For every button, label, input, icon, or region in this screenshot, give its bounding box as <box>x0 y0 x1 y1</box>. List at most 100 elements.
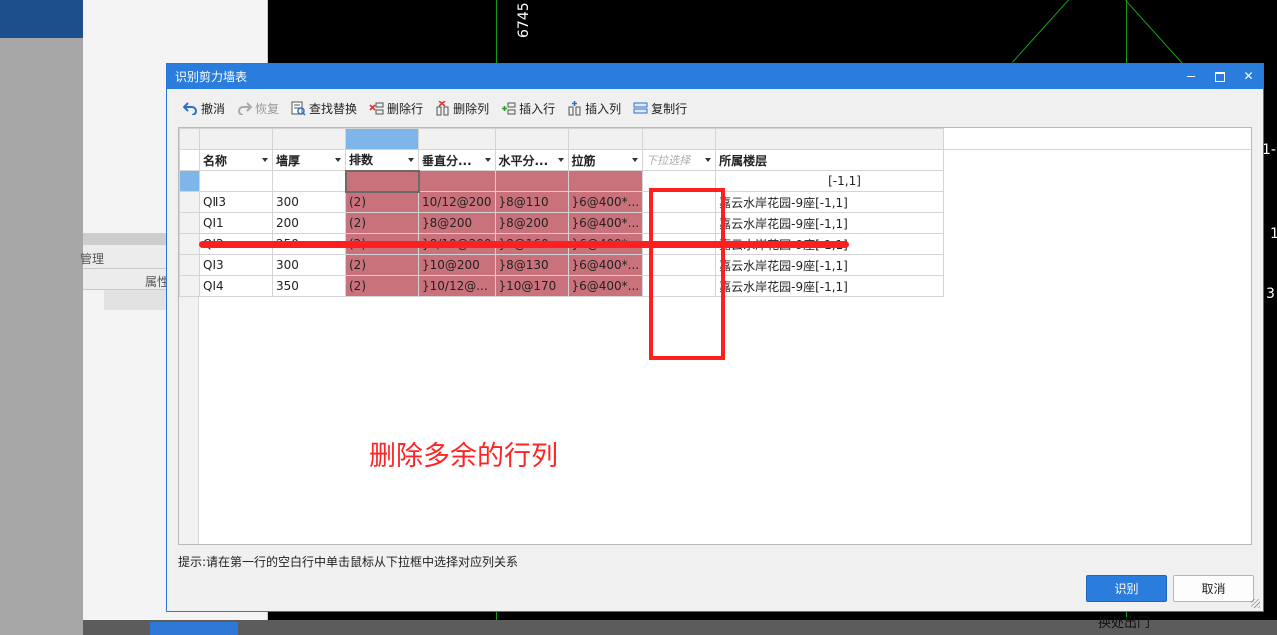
cell-tie[interactable]: }6@400*... <box>567 212 644 234</box>
cell-horizontal[interactable]: }8@110 <box>494 191 569 213</box>
table-cell[interactable] <box>199 170 273 192</box>
cell-vertical[interactable]: }8@200 <box>418 212 496 234</box>
column-selector[interactable] <box>494 128 569 150</box>
maximize-button[interactable] <box>1205 64 1234 89</box>
column-selector[interactable] <box>272 128 346 150</box>
table-row[interactable]: [-1,1] <box>179 169 945 193</box>
wall-table-grid[interactable]: 名称 墙厚 排数 垂直分... 水平分... 拉筋 下拉选择 所属楼层 [-1,… <box>178 127 1252 545</box>
undo-button[interactable]: 撤消 <box>183 100 225 117</box>
app-left-strip <box>0 0 83 635</box>
row-header[interactable] <box>179 212 200 234</box>
cell-floor[interactable]: 嘉云水岸花园-9座[-1,1] <box>715 191 945 213</box>
column-selector[interactable] <box>715 128 945 150</box>
cell-rows[interactable]: (2) <box>345 191 419 213</box>
column-header-floor[interactable]: 所属楼层 <box>715 149 945 171</box>
cell-name[interactable]: QⅠ3 <box>199 254 273 276</box>
row-header[interactable] <box>179 254 200 276</box>
cad-mark: 3 <box>1266 286 1275 302</box>
cancel-button[interactable]: 取消 <box>1173 575 1254 602</box>
cell-floor[interactable]: 嘉云水岸花园-9座[-1,1] <box>715 275 945 297</box>
column-selector-selected[interactable] <box>345 128 419 150</box>
column-header-tie[interactable]: 拉筋 <box>567 149 644 171</box>
delete-column-button[interactable]: 删除列 <box>435 100 489 117</box>
column-header-rows[interactable]: 排数 <box>345 149 419 171</box>
table-cell[interactable] <box>494 170 569 192</box>
table-row[interactable]: QⅡ3 300 (2) 10/12@200 }8@110 }6@400*... … <box>179 191 945 213</box>
cell-vertical[interactable]: }10/12@... <box>418 275 496 297</box>
header-label: 垂直分... <box>422 153 472 168</box>
app-bottom-button[interactable] <box>150 622 238 635</box>
dialog-titlebar[interactable]: 识别剪力墙表 ✕ <box>167 64 1263 89</box>
cell-thickness[interactable]: 300 <box>272 191 346 213</box>
table-cell[interactable] <box>418 170 496 192</box>
column-header-horizontal[interactable]: 水平分... <box>494 149 569 171</box>
cell-vertical[interactable]: 10/12@200 <box>418 191 496 213</box>
row-header-current[interactable] <box>179 170 200 192</box>
table-cell[interactable] <box>272 170 346 192</box>
header-label: 水平分... <box>498 153 549 168</box>
redo-button[interactable]: 恢复 <box>237 100 279 117</box>
column-selector[interactable] <box>567 128 644 150</box>
row-header[interactable] <box>179 191 200 213</box>
dropdown-arrow-icon[interactable] <box>262 158 268 162</box>
cell-horizontal[interactable]: }8@200 <box>494 212 569 234</box>
cell-horizontal[interactable]: }10@170 <box>494 275 569 297</box>
cell-tie[interactable]: }6@400*... <box>567 191 644 213</box>
cell-vertical[interactable]: }10@200 <box>418 254 496 276</box>
insert-column-icon <box>567 100 582 116</box>
column-selector-row <box>179 128 945 150</box>
dropdown-arrow-icon[interactable] <box>557 158 564 162</box>
cell-name[interactable]: QⅠ1 <box>199 212 273 234</box>
cell-floor[interactable]: 嘉云水岸花园-9座[-1,1] <box>715 254 945 276</box>
cell-tie[interactable]: }6@400*... <box>567 275 644 297</box>
cell-horizontal[interactable]: }8@130 <box>494 254 569 276</box>
dropdown-arrow-icon[interactable] <box>335 158 341 162</box>
header-label: 排数 <box>349 153 374 168</box>
column-header-vertical[interactable]: 垂直分... <box>418 149 496 171</box>
cell-floor[interactable]: 嘉云水岸花园-9座[-1,1] <box>715 212 945 234</box>
resize-grip-icon[interactable] <box>1251 599 1260 608</box>
table-row[interactable]: QⅠ3 300 (2) }10@200 }8@130 }6@400*... 嘉云… <box>179 254 945 276</box>
close-button[interactable]: ✕ <box>1234 64 1263 89</box>
table-row[interactable]: QⅠ1 200 (2) }8@200 }8@200 }6@400*... 嘉云水… <box>179 212 945 234</box>
column-selector[interactable] <box>642 128 717 150</box>
copy-row-button[interactable]: 复制行 <box>633 100 687 117</box>
insert-row-button[interactable]: 插入行 <box>501 100 555 117</box>
undo-label: 撤消 <box>201 101 226 116</box>
find-replace-button[interactable]: 查找替换 <box>291 100 357 117</box>
insert-column-button[interactable]: 插入列 <box>567 100 621 117</box>
dropdown-arrow-icon[interactable] <box>632 158 639 162</box>
row-header[interactable] <box>179 275 200 297</box>
identify-button[interactable]: 识别 <box>1086 575 1167 602</box>
row-header <box>179 149 200 171</box>
row-header[interactable] <box>179 233 200 255</box>
table-cell-active[interactable] <box>344 169 420 193</box>
cell-thickness[interactable]: 200 <box>272 212 346 234</box>
table-cell[interactable] <box>567 170 644 192</box>
cell-rows[interactable]: (2) <box>345 275 419 297</box>
cell-thickness[interactable]: 300 <box>272 254 346 276</box>
column-header-name[interactable]: 名称 <box>199 149 273 171</box>
cell-rows[interactable]: (2) <box>345 212 419 234</box>
annotation-strike-line <box>199 241 849 248</box>
cell-name[interactable]: QⅡ3 <box>199 191 273 213</box>
cell-thickness[interactable]: 350 <box>272 275 346 297</box>
delete-row-button[interactable]: 删除行 <box>369 100 423 117</box>
cell-name[interactable]: QⅠ4 <box>199 275 273 297</box>
insert-column-label: 插入列 <box>585 101 622 116</box>
table-row[interactable]: QⅠ4 350 (2) }10/12@... }10@170 }6@400*..… <box>179 275 945 297</box>
minimize-button[interactable] <box>1176 64 1205 89</box>
column-selector[interactable] <box>199 128 273 150</box>
dropdown-arrow-icon[interactable] <box>408 158 414 162</box>
column-selector[interactable] <box>418 128 496 150</box>
cell-tie[interactable]: }6@400*... <box>567 254 644 276</box>
identify-shear-wall-dialog: 识别剪力墙表 ✕ 撤消 恢复 查找替换 删除行 删除列 插入行 插入列 复制行 … <box>166 63 1264 612</box>
table-cell[interactable]: [-1,1] <box>715 170 945 192</box>
cad-mark: 1- <box>1262 142 1276 158</box>
dropdown-arrow-icon[interactable] <box>484 158 491 162</box>
dropdown-arrow-icon[interactable] <box>705 158 712 162</box>
cell-rows[interactable]: (2) <box>345 254 419 276</box>
column-header-thickness[interactable]: 墙厚 <box>272 149 346 171</box>
column-header-dropdown[interactable]: 下拉选择 <box>642 149 717 171</box>
cad-dimension-text: 6745 <box>516 2 532 38</box>
